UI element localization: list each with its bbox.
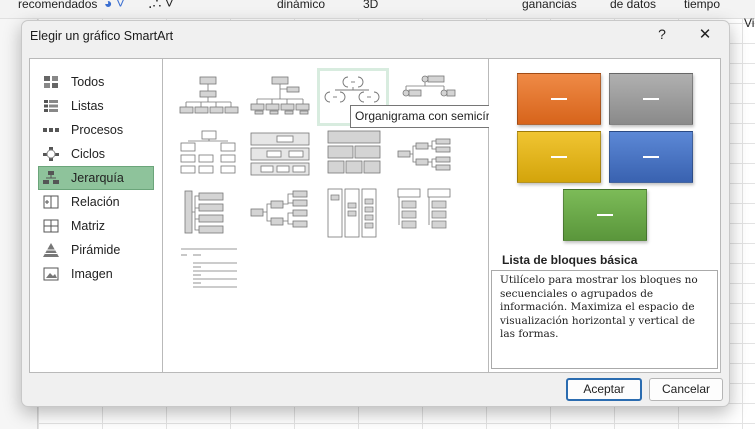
- close-button[interactable]: ✕: [694, 25, 716, 45]
- preview-block-yellow: [517, 131, 601, 183]
- layout-vertical-hierarchy[interactable]: [320, 187, 386, 239]
- layout-name: Lista de bloques básica: [502, 253, 638, 267]
- category-procesos[interactable]: Procesos: [38, 118, 154, 142]
- category-label: Todos: [71, 75, 105, 89]
- category-label: Jerarquía: [71, 171, 124, 185]
- cancel-button[interactable]: Cancelar: [649, 378, 723, 401]
- layout-horizontal-multilevel[interactable]: [247, 187, 313, 239]
- category-label: Relación: [71, 195, 120, 209]
- background-label: Vi: [744, 16, 755, 30]
- hierarchy-icon: [43, 171, 59, 185]
- all-icon: [43, 75, 59, 89]
- category-todos[interactable]: Todos: [38, 70, 154, 94]
- ribbon-3d[interactable]: 3D: [363, 0, 378, 11]
- category-relacion[interactable]: Relación: [38, 190, 154, 214]
- category-label: Listas: [71, 99, 104, 113]
- smartart-dialog: Elegir un gráfico SmartArt ? ✕ Todos Lis…: [21, 20, 730, 407]
- excel-ribbon: recomendados ◕ ˅ ⁚∴ ˅ dinámico 3D gananc…: [0, 0, 755, 19]
- layout-lined-list[interactable]: [175, 245, 241, 297]
- ok-button[interactable]: Aceptar: [566, 378, 642, 401]
- preview-block-blue: [609, 131, 693, 183]
- layout-labeled-hierarchy[interactable]: [247, 129, 313, 181]
- help-button[interactable]: ?: [653, 26, 671, 44]
- matrix-icon: [43, 219, 59, 233]
- category-list: Todos Listas Procesos Ciclos Jerarquía R…: [30, 59, 163, 372]
- scatter-icon[interactable]: ⁚∴ ˅: [148, 0, 173, 12]
- category-jerarquia[interactable]: Jerarquía: [38, 166, 154, 190]
- ribbon-dynamic[interactable]: dinámico: [277, 0, 325, 11]
- picture-icon: [43, 267, 59, 281]
- cycle-icon: [43, 147, 59, 161]
- category-label: Procesos: [71, 123, 124, 137]
- ribbon-recommended[interactable]: recomendados: [18, 0, 97, 11]
- layout-organization-chart[interactable]: [175, 71, 241, 123]
- chart-type-icon[interactable]: ◕ ˅: [104, 0, 125, 11]
- preview-block-orange: [517, 73, 601, 125]
- layout-horizontal-org-chart[interactable]: [175, 129, 241, 181]
- process-icon: [43, 123, 59, 137]
- category-ciclos[interactable]: Ciclos: [38, 142, 154, 166]
- pyramid-icon: [43, 243, 59, 257]
- dialog-title: Elegir un gráfico SmartArt: [30, 29, 174, 43]
- list-icon: [43, 99, 59, 113]
- ribbon-time[interactable]: tiempo: [684, 0, 720, 11]
- category-label: Imagen: [71, 267, 113, 281]
- layout-table-hierarchy[interactable]: [320, 129, 386, 181]
- layout-horizontal-hierarchy[interactable]: [392, 129, 458, 181]
- layout-name-title-org-chart[interactable]: [247, 71, 313, 123]
- ribbon-gains[interactable]: ganancias: [522, 0, 577, 11]
- category-label: Pirámide: [71, 243, 121, 257]
- category-listas[interactable]: Listas: [38, 94, 154, 118]
- category-label: Matriz: [71, 219, 106, 233]
- preview-block-gray: [609, 73, 693, 125]
- layout-lined-list-hierarchy[interactable]: [392, 187, 458, 239]
- category-imagen[interactable]: Imagen: [38, 262, 154, 286]
- category-matriz[interactable]: Matriz: [38, 214, 154, 238]
- category-piramide[interactable]: Pirámide: [38, 238, 154, 262]
- layout-description: Utilícelo para mostrar los bloques no se…: [491, 270, 718, 369]
- ribbon-data[interactable]: de datos: [610, 0, 656, 11]
- category-label: Ciclos: [71, 147, 106, 161]
- layout-hierarchy-list[interactable]: [175, 187, 241, 239]
- preview-block-green: [563, 189, 647, 241]
- relationship-icon: [43, 195, 59, 209]
- preview-pane: Lista de bloques básica Utilícelo para m…: [489, 59, 719, 372]
